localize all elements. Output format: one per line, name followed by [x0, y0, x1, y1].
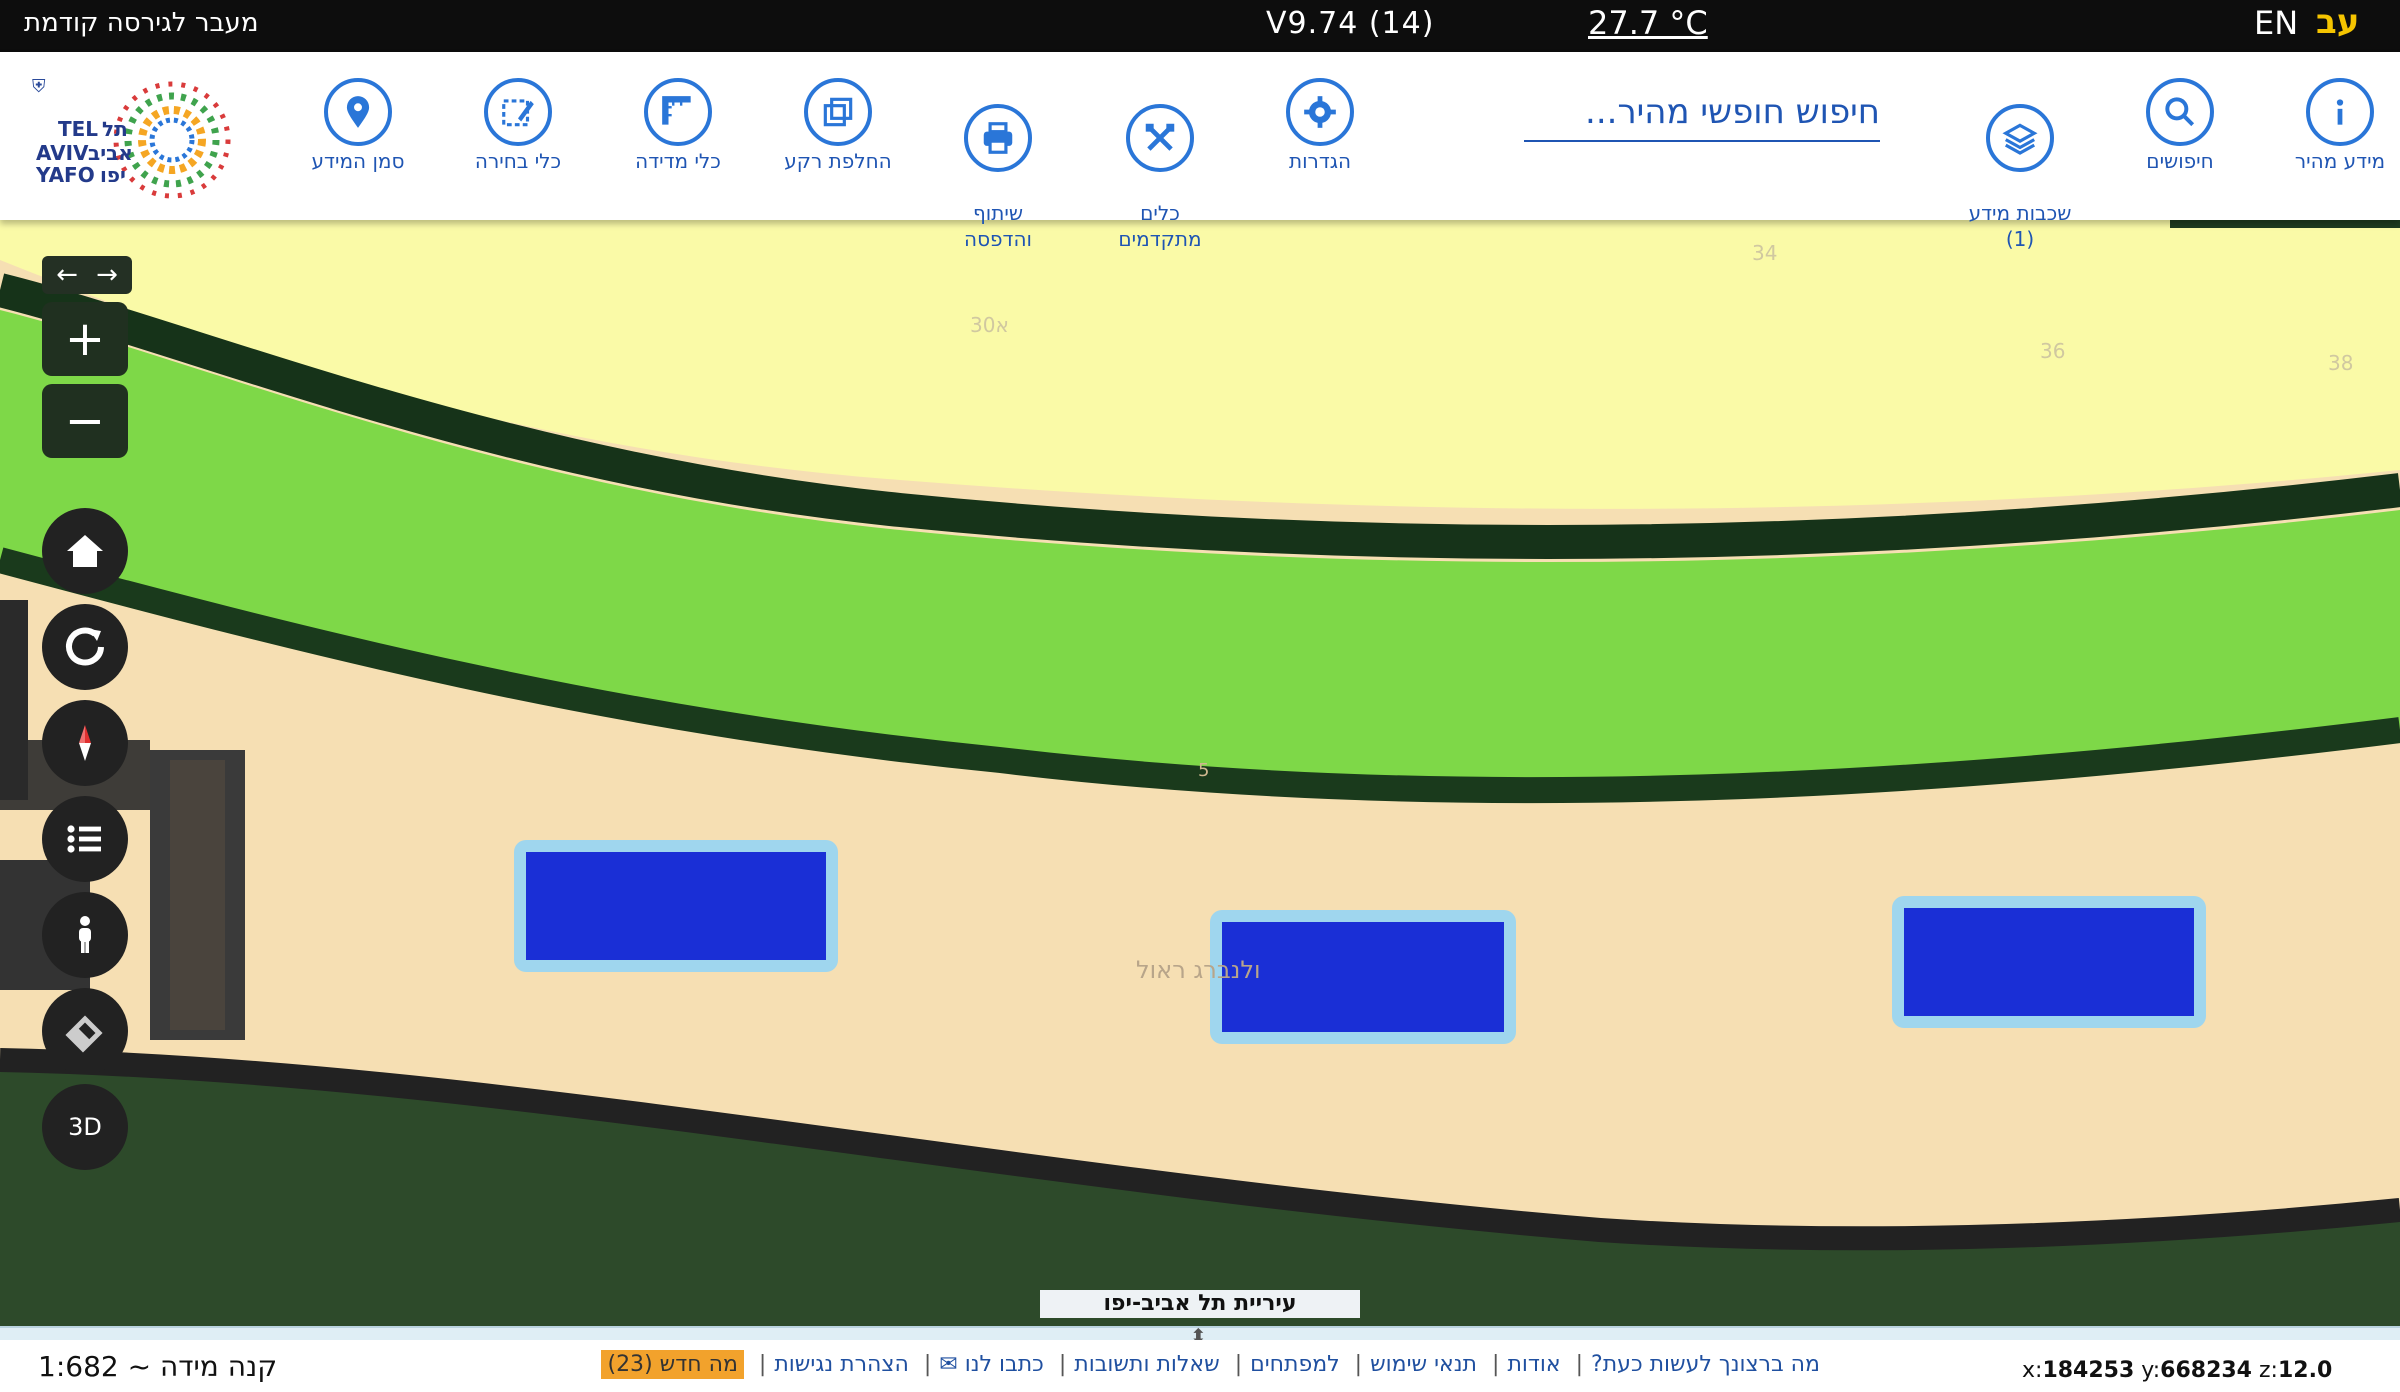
legend-button[interactable]	[42, 796, 128, 882]
zoom-in-button[interactable]: +	[42, 302, 128, 376]
layers-tool[interactable]: שכבות מידע (1)	[1940, 78, 2100, 278]
settings-tool[interactable]: הגדרות	[1240, 78, 1400, 174]
svg-text:אביב: אביב	[88, 141, 133, 165]
scale-label: קנה מידה ~ 1:682	[38, 1350, 278, 1383]
tel-aviv-yafo-logo: ⛨ TEL תל AVIV אביב YAFO יפו	[22, 76, 252, 202]
city-label: עיריית תל אביב-יפו	[1040, 1290, 1360, 1318]
tool-label: חיפושים	[2146, 149, 2214, 173]
footer-bar: קנה מידה ~ 1:682 מה ברצונך לעשות כעת?| א…	[0, 1340, 2400, 1392]
refresh-button[interactable]	[42, 604, 128, 690]
footer-link-about[interactable]: אודות	[1507, 1352, 1560, 1377]
share-print-tool[interactable]: שיתוף והדפסה	[918, 78, 1078, 278]
measure-tool[interactable]: כלי מדידה	[598, 78, 758, 174]
footer-link-accessibility[interactable]: הצהרת נגישות	[774, 1352, 909, 1377]
footer-link-developers[interactable]: למפתחים	[1250, 1352, 1340, 1377]
compass-icon	[79, 725, 91, 761]
select-icon	[484, 78, 552, 146]
refresh-icon	[66, 627, 104, 666]
layers-icon	[1986, 104, 2054, 172]
eraser-button[interactable]	[42, 988, 128, 1074]
map-canvas[interactable]: 30א 34 36 38 5 ולנברג ראול	[0, 220, 2400, 1326]
gear-icon	[1286, 78, 1354, 146]
home-icon	[67, 535, 103, 567]
pin-icon	[324, 78, 392, 146]
streetview-icon	[79, 916, 91, 953]
previous-version-link[interactable]: מעבר לגירסה קודמת	[24, 8, 258, 38]
logo-burst-icon	[113, 81, 231, 199]
tool-label: סמן המידע	[311, 149, 405, 173]
svg-text:YAFO: YAFO	[35, 163, 95, 187]
advanced-tools-tool[interactable]: כלים מתקדמים	[1080, 78, 1240, 278]
svg-text:יפו: יפו	[100, 163, 126, 187]
coord-x: 184253	[2042, 1358, 2135, 1383]
top-bar: מעבר לגירסה קודמת V9.74 (14) 27.7 °C EN …	[0, 0, 2400, 52]
svg-text:5: 5	[1198, 760, 1209, 781]
footer-link-faq[interactable]: שאלות ותשובות	[1074, 1352, 1219, 1377]
whats-new-badge[interactable]: מה חדש (23)	[601, 1350, 744, 1379]
background-icon	[804, 78, 872, 146]
tools-icon	[1126, 104, 1194, 172]
tool-label: שיתוף והדפסה	[964, 201, 1032, 251]
temperature-link[interactable]: 27.7 °C	[1588, 4, 1708, 42]
list-icon	[67, 825, 101, 853]
svg-text:34: 34	[1752, 241, 1777, 265]
footer-link-contact[interactable]: כתבו לנו ✉	[939, 1352, 1044, 1377]
compass-button[interactable]	[42, 700, 128, 786]
searches-tool[interactable]: חיפושים	[2100, 78, 2260, 174]
switch-background-tool[interactable]: החלפת רקע	[758, 78, 918, 174]
selection-tool[interactable]: כלי בחירה	[438, 78, 598, 174]
svg-text:ולנברג ראול: ולנברג ראול	[1136, 956, 1261, 984]
map-tiles: 30א 34 36 38 5 ולנברג ראול	[0, 220, 2400, 1326]
footer-link-terms[interactable]: תנאי שימוש	[1370, 1352, 1477, 1377]
tool-label: החלפת רקע	[784, 149, 892, 173]
home-button[interactable]	[42, 508, 128, 594]
streetview-button[interactable]	[42, 892, 128, 978]
quick-search-input[interactable]: חיפוש חופשי מהיר...	[1524, 92, 1880, 142]
3d-button[interactable]: 3D	[42, 1084, 128, 1170]
svg-text:38: 38	[2328, 351, 2353, 375]
ruler-icon	[644, 78, 712, 146]
svg-text:36: 36	[2040, 339, 2065, 363]
tool-label: כלי בחירה	[474, 149, 562, 173]
main-toolbar: ⛨ TEL תל AVIV אביב YAFO יפו מידע מהיר חי…	[0, 52, 2400, 251]
tool-label: הגדרות	[1288, 149, 1352, 173]
svg-text:30א: 30א	[970, 313, 1009, 337]
eraser-icon	[65, 1015, 103, 1053]
back-arrow-icon[interactable]: ←	[47, 258, 87, 292]
quick-info-tool[interactable]: מידע מהיר	[2260, 78, 2400, 174]
logo-emblem-icon: ⛨	[32, 78, 46, 97]
tool-label: כלי מדידה	[635, 149, 721, 173]
language-he-button[interactable]: עב	[2316, 2, 2359, 42]
zoom-out-button[interactable]: −	[42, 384, 128, 458]
forward-arrow-icon[interactable]: →	[87, 258, 127, 292]
svg-text:תל: תל	[102, 117, 128, 141]
tool-label: כלים מתקדמים	[1118, 201, 1202, 251]
search-icon	[2146, 78, 2214, 146]
print-icon	[964, 104, 1032, 172]
footer-link-what-now[interactable]: מה ברצונך לעשות כעת?	[1591, 1352, 1820, 1377]
version-label: V9.74 (14)	[1266, 6, 1435, 41]
svg-text:TEL: TEL	[58, 117, 98, 141]
info-icon	[2306, 78, 2374, 146]
coordinates-readout: x:184253 y:668234 z:12.0	[2022, 1358, 2333, 1383]
history-arrows: ← →	[42, 256, 132, 294]
coord-z: 12.0	[2277, 1358, 2333, 1383]
footer-links: מה ברצונך לעשות כעת?| אודות| תנאי שימוש|…	[580, 1350, 1820, 1379]
tool-label: שכבות מידע (1)	[1968, 201, 2072, 251]
info-marker-tool[interactable]: סמן המידע	[278, 78, 438, 174]
language-en-button[interactable]: EN	[2254, 4, 2298, 42]
tool-label: מידע מהיר	[2294, 149, 2386, 173]
svg-text:AVIV: AVIV	[36, 141, 89, 165]
coord-y: 668234	[2160, 1358, 2252, 1383]
